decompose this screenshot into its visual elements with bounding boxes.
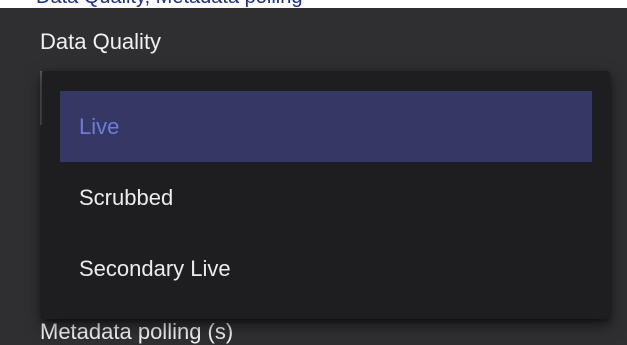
menu-option-scrubbed[interactable]: Scrubbed xyxy=(60,162,592,233)
menu-option-label: Scrubbed xyxy=(79,184,174,210)
menu-option-label: Secondary Live xyxy=(79,255,231,281)
menu-option-label: Live xyxy=(79,113,120,139)
settings-panel: Data Quality Metadata polling (s) Live S… xyxy=(0,8,627,344)
page-header-strip: Data Quality, Metadata polling xyxy=(0,0,627,8)
data-quality-dropdown-menu: Live Scrubbed Secondary Live xyxy=(42,71,610,319)
menu-option-secondary-live[interactable]: Secondary Live xyxy=(60,233,592,304)
metadata-polling-label: Metadata polling (s) xyxy=(40,319,234,344)
menu-option-live[interactable]: Live xyxy=(60,91,592,162)
header-text-cropped: Data Quality, Metadata polling xyxy=(36,0,302,8)
data-quality-label: Data Quality xyxy=(40,29,162,54)
